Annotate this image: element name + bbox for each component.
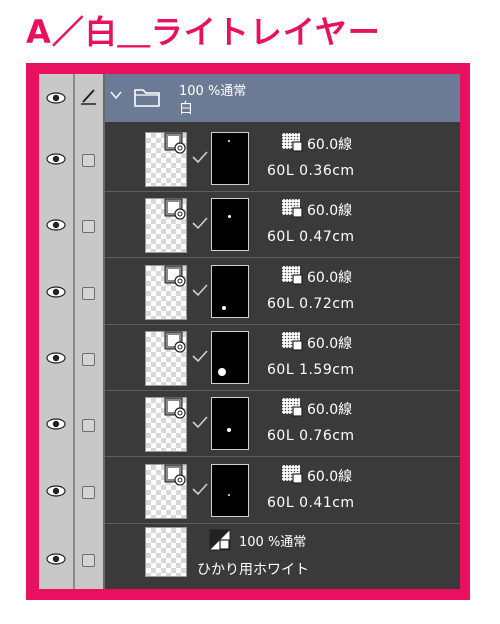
page-heading: A／白＿ライトレイヤー [26, 13, 381, 51]
tone-line-value: 60.0線 [307, 469, 353, 485]
edit-target-checkbox[interactable] [82, 419, 95, 432]
layer-info[interactable]: 60L 0.41cm [267, 495, 355, 511]
tone-line-value: 60.0線 [307, 270, 353, 286]
layer-mask-thumbnail [211, 265, 249, 318]
pen-icon[interactable] [79, 86, 99, 106]
mask-dot [222, 306, 226, 310]
mask-dot [227, 428, 231, 432]
layer-mask-thumbnail [211, 464, 249, 517]
layer-row[interactable]: 60.0線 60L 0.72cm [39, 259, 460, 325]
raster-layer-icon [209, 529, 231, 551]
layer-info[interactable]: 60L 0.47cm [267, 229, 355, 245]
layer-blend-mode: 100 %通常 [239, 535, 307, 550]
chevron-down-icon[interactable] [109, 88, 123, 102]
mask-dot [227, 214, 231, 218]
row-divider [105, 257, 460, 258]
check-icon [192, 350, 208, 363]
check-icon [192, 483, 208, 496]
check-icon [192, 151, 208, 164]
mask-dot [227, 493, 231, 497]
layer-mask-thumbnail [211, 198, 249, 251]
check-icon [192, 217, 208, 230]
layer-panel: 100 %通常 白 60.0線 60L 0.36cm 60.0線 60L 0.4… [39, 74, 460, 589]
edit-target-checkbox[interactable] [82, 554, 95, 567]
layer-row[interactable]: 60.0線 60L 0.76cm [39, 391, 460, 457]
tone-line-value: 60.0線 [307, 203, 353, 219]
layer-effect-icon [164, 331, 186, 353]
layer-effect-icon [164, 132, 186, 154]
eye-icon[interactable] [46, 286, 66, 298]
layer-name[interactable]: ひかり用ホワイト [197, 559, 309, 579]
layer-row-white-light[interactable]: 100 %通常 ひかり用ホワイト [39, 519, 460, 589]
eye-icon[interactable] [46, 553, 66, 565]
layer-mask-thumbnail [211, 331, 249, 384]
edit-target-checkbox[interactable] [82, 486, 95, 499]
folder-name[interactable]: 白 [179, 98, 193, 118]
edit-target-checkbox[interactable] [82, 154, 95, 167]
mask-dot [227, 139, 231, 143]
layer-effect-icon [164, 198, 186, 220]
layer-info[interactable]: 60L 0.72cm [267, 296, 355, 312]
layer-effect-icon [164, 464, 186, 486]
tone-icon [282, 266, 303, 285]
check-icon [192, 284, 208, 297]
folder-row[interactable]: 100 %通常 白 [39, 74, 460, 122]
tone-line-value: 60.0線 [307, 336, 353, 352]
layer-mask-thumbnail [211, 397, 249, 450]
tone-icon [282, 398, 303, 417]
layer-row[interactable]: 60.0線 60L 0.36cm [39, 126, 460, 192]
tone-line-value: 60.0線 [307, 137, 353, 153]
layer-row[interactable]: 60.0線 60L 0.41cm [39, 458, 460, 524]
layer-info[interactable]: 60L 1.59cm [267, 362, 355, 378]
tone-icon [282, 133, 303, 152]
eye-icon[interactable] [46, 219, 66, 231]
tone-icon [282, 465, 303, 484]
layer-row[interactable]: 60.0線 60L 1.59cm [39, 325, 460, 391]
layer-row[interactable]: 60.0線 60L 0.47cm [39, 192, 460, 258]
check-icon [192, 416, 208, 429]
edit-target-checkbox[interactable] [82, 353, 95, 366]
tone-icon [282, 199, 303, 218]
tone-line-value: 60.0線 [307, 402, 353, 418]
layer-info[interactable]: 60L 0.36cm [267, 163, 355, 179]
folder-blend-mode: 100 %通常 [179, 84, 247, 99]
mask-dot [218, 368, 226, 376]
edit-target-checkbox[interactable] [82, 220, 95, 233]
eye-icon[interactable] [46, 92, 66, 104]
layer-effect-icon [164, 265, 186, 287]
folder-icon [134, 89, 160, 107]
edit-target-checkbox[interactable] [82, 287, 95, 300]
eye-icon[interactable] [46, 418, 66, 430]
eye-icon[interactable] [46, 153, 66, 165]
layer-mask-thumbnail [211, 132, 249, 185]
layer-effect-icon [164, 397, 186, 419]
eye-icon[interactable] [46, 485, 66, 497]
highlight-frame: 100 %通常 白 60.0線 60L 0.36cm 60.0線 60L 0.4… [26, 63, 470, 600]
layer-thumbnail [145, 527, 187, 577]
tone-icon [282, 332, 303, 351]
layer-info[interactable]: 60L 0.76cm [267, 428, 355, 444]
eye-icon[interactable] [46, 352, 66, 364]
row-divider [105, 456, 460, 457]
